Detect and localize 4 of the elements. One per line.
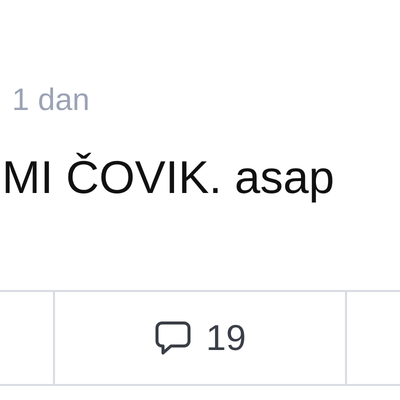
post-time: 1 dan xyxy=(12,84,90,114)
post-text: MI ČOVIK. asap xyxy=(2,154,334,200)
comment-button[interactable]: 19 xyxy=(154,320,246,356)
speech-bubble-icon xyxy=(154,320,192,356)
